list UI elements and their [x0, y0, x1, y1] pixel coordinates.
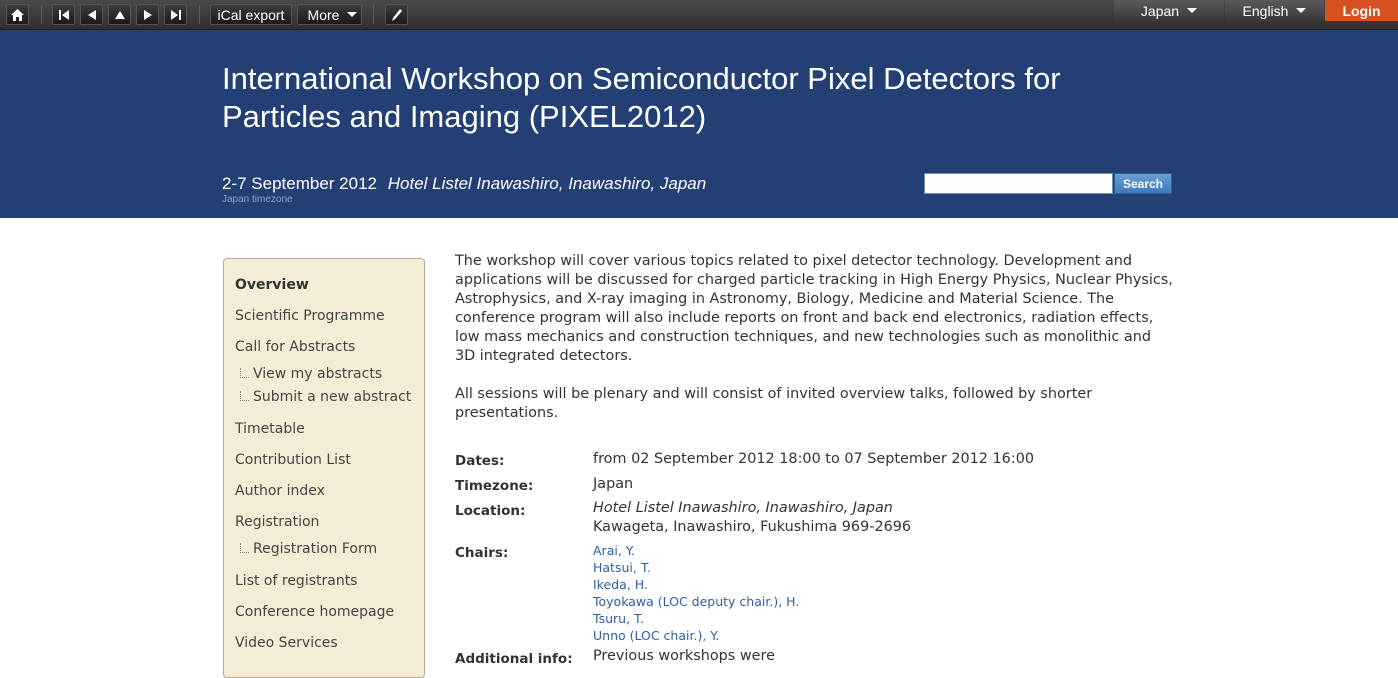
- chevron-down-icon: [1187, 8, 1198, 13]
- additional-info-value: Previous workshops were: [593, 648, 775, 664]
- sidebar-item-list-of-registrants[interactable]: List of registrants: [235, 573, 357, 589]
- timezone-value: Japan: [593, 476, 634, 492]
- first-icon: [58, 9, 69, 20]
- timezone-note: Japan timezone: [222, 194, 293, 205]
- chair-link[interactable]: Unno (LOC chair.), Y.: [593, 628, 719, 643]
- event-description: The workshop will cover various topics r…: [455, 252, 1175, 442]
- description-paragraph: The workshop will cover various topics r…: [455, 253, 1173, 364]
- pencil-icon: [391, 8, 402, 21]
- up-icon: [114, 10, 125, 19]
- last-event-button[interactable]: [164, 4, 187, 25]
- toolbar-separator: [41, 5, 42, 24]
- chair-link[interactable]: Arai, Y.: [593, 543, 635, 558]
- home-icon: [11, 8, 24, 21]
- event-date-range: 2-7 September 2012: [222, 174, 377, 193]
- timezone-label: Timezone:: [455, 478, 534, 494]
- next-event-button[interactable]: [136, 4, 159, 25]
- sidebar-item-author-index[interactable]: Author index: [235, 483, 325, 499]
- home-button[interactable]: [6, 4, 29, 25]
- previous-event-button[interactable]: [80, 4, 103, 25]
- search-button[interactable]: Search: [1114, 173, 1172, 194]
- ical-export-button[interactable]: iCal export: [210, 4, 292, 25]
- sidebar-item-timetable[interactable]: Timetable: [235, 421, 305, 437]
- dates-value: from 02 September 2012 18:00 to 07 Septe…: [593, 451, 1035, 467]
- chevron-down-icon: [1296, 8, 1307, 13]
- chevron-down-icon: [347, 12, 358, 17]
- chair-link[interactable]: Tsuru, T.: [593, 611, 644, 626]
- sidebar-item-conference-homepage[interactable]: Conference homepage: [235, 604, 394, 620]
- country-selector[interactable]: Japan: [1114, 0, 1224, 21]
- last-icon: [170, 9, 181, 20]
- tree-connector: [240, 543, 249, 553]
- event-venue: Hotel Listel Inawashiro, Inawashiro, Jap…: [387, 174, 707, 193]
- chair-link[interactable]: Toyokawa (LOC deputy chair.), H.: [593, 594, 799, 609]
- prev-icon: [87, 9, 96, 20]
- edit-button[interactable]: [385, 4, 408, 25]
- first-event-button[interactable]: [52, 4, 75, 25]
- country-label: Japan: [1140, 2, 1180, 19]
- sidebar-item-video-services[interactable]: Video Services: [235, 635, 338, 651]
- sidebar-item-overview[interactable]: Overview: [235, 277, 309, 293]
- location-address: Kawageta, Inawashiro, Fukushima 969-2696: [593, 519, 912, 535]
- location-name: Hotel Listel Inawashiro, Inawashiro, Jap…: [593, 500, 893, 516]
- tree-connector: [240, 368, 249, 378]
- more-label: More: [307, 6, 340, 23]
- chair-link[interactable]: Hatsui, T.: [593, 560, 651, 575]
- toolbar-separator: [373, 5, 374, 24]
- sidebar-item-scientific-programme[interactable]: Scientific Programme: [235, 308, 385, 324]
- dates-label: Dates:: [455, 453, 505, 469]
- chair-link[interactable]: Ikeda, H.: [593, 577, 648, 592]
- top-toolbar: iCal export More Japan English Login: [0, 0, 1398, 30]
- ical-export-label: iCal export: [217, 6, 285, 23]
- description-paragraph: All sessions will be plenary and will co…: [455, 386, 1093, 421]
- sidebar-item-contribution-list[interactable]: Contribution List: [235, 452, 351, 468]
- next-icon: [143, 9, 152, 20]
- page-title: International Workshop on Semiconductor …: [222, 61, 1061, 134]
- sidebar-item-registration[interactable]: Registration: [235, 514, 319, 530]
- sidebar-item-call-for-abstracts[interactable]: Call for Abstracts: [235, 339, 355, 355]
- sidebar-item-submit-abstract[interactable]: Submit a new abstract: [253, 389, 411, 405]
- login-button[interactable]: Login: [1325, 0, 1398, 21]
- tree-connector: [240, 391, 249, 401]
- sidebar-item-view-my-abstracts[interactable]: View my abstracts: [253, 366, 382, 382]
- toolbar-separator: [199, 5, 200, 24]
- location-label: Location:: [455, 503, 526, 519]
- search-input[interactable]: [924, 173, 1113, 194]
- chairs-label: Chairs:: [455, 545, 509, 561]
- sidebar-item-registration-form[interactable]: Registration Form: [253, 541, 377, 557]
- more-menu-button[interactable]: More: [297, 4, 362, 25]
- language-selector[interactable]: English: [1225, 0, 1324, 21]
- event-dates: 2-7 September 2012 Hotel Listel Inawashi…: [222, 174, 706, 194]
- login-label: Login: [1342, 2, 1381, 19]
- language-label: English: [1242, 2, 1289, 19]
- up-category-button[interactable]: [108, 4, 131, 25]
